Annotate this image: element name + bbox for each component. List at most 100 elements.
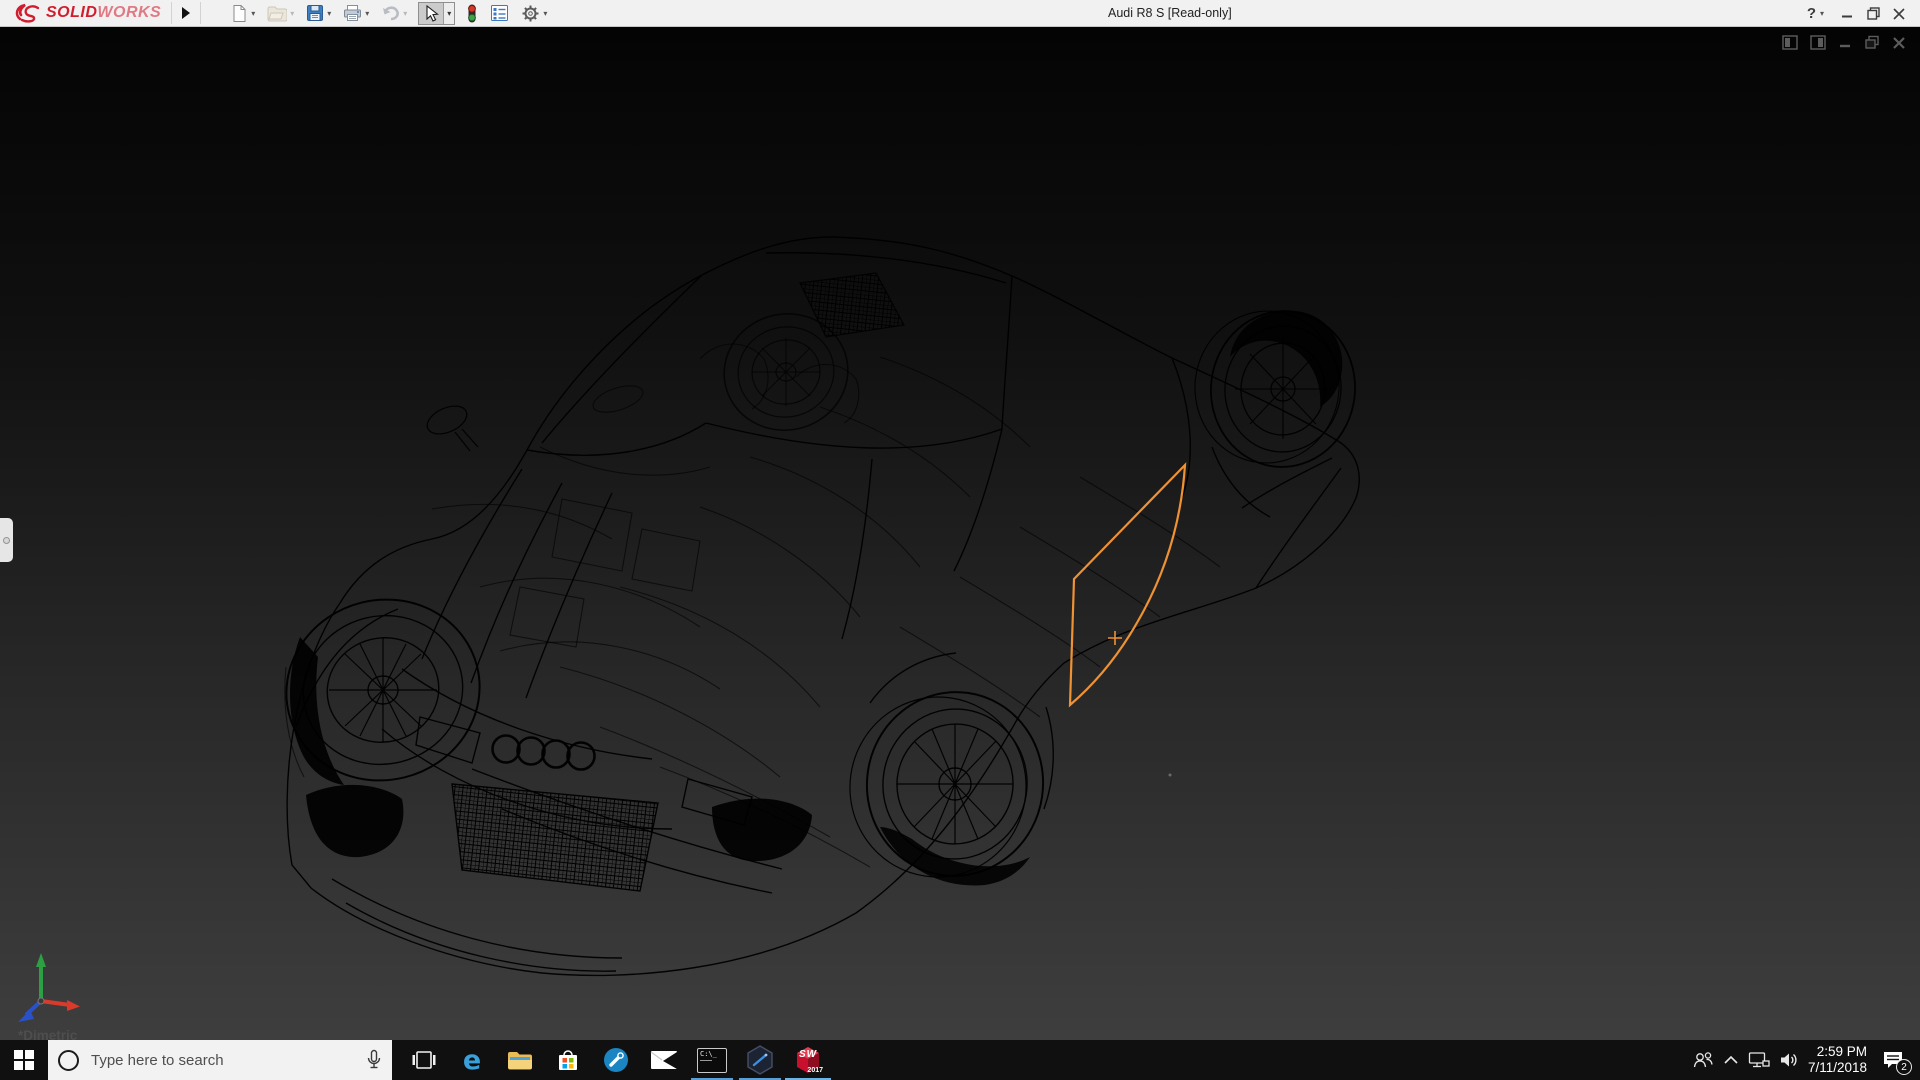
window-controls: ? ▾ bbox=[1797, 0, 1920, 27]
cortana-icon[interactable] bbox=[58, 1049, 79, 1071]
new-document-icon bbox=[233, 4, 246, 22]
document-window-controls bbox=[1782, 35, 1906, 50]
file-properties-button[interactable] bbox=[487, 2, 512, 24]
edge-icon: e bbox=[462, 1044, 482, 1076]
settings-wrench-button[interactable] bbox=[592, 1040, 640, 1080]
file-explorer-icon bbox=[508, 1052, 532, 1070]
triad-y-axis bbox=[36, 953, 46, 967]
new-document-button[interactable]: ▾ bbox=[227, 2, 258, 25]
restore-document-icon bbox=[1865, 35, 1879, 49]
sw-letters: SW bbox=[799, 1049, 818, 1060]
hexagon-app-button[interactable] bbox=[736, 1040, 784, 1080]
display-pane-icon bbox=[1810, 35, 1826, 50]
command-prompt-button[interactable]: C:\_ bbox=[688, 1040, 736, 1080]
save-button[interactable]: ▾ bbox=[303, 2, 334, 24]
action-center-button[interactable]: 2 bbox=[1876, 1040, 1912, 1080]
feature-pane-icon bbox=[1782, 35, 1798, 50]
undo-arrow-icon bbox=[383, 5, 400, 20]
minimize-button[interactable] bbox=[1834, 0, 1860, 27]
task-view-button[interactable] bbox=[400, 1040, 448, 1080]
close-button[interactable] bbox=[1886, 0, 1912, 27]
close-document-button[interactable] bbox=[1892, 36, 1906, 50]
print-icon bbox=[344, 5, 362, 21]
sketch-origin-cross bbox=[1108, 631, 1122, 645]
new-dropdown-caret[interactable]: ▾ bbox=[251, 9, 255, 18]
rebuild-button[interactable] bbox=[463, 2, 481, 25]
solidworks-taskbar-button[interactable]: SW 2017 bbox=[784, 1040, 832, 1080]
hidden-icons-button[interactable] bbox=[1723, 1055, 1739, 1065]
print-button[interactable]: ▾ bbox=[340, 2, 372, 24]
solidworks-logo: SOLID WORKS bbox=[0, 0, 171, 27]
undo-dropdown-caret[interactable]: ▾ bbox=[403, 9, 407, 18]
menu-expand-arrow-icon bbox=[182, 7, 191, 19]
help-dropdown-caret[interactable]: ▾ bbox=[1820, 9, 1824, 18]
restore-button[interactable] bbox=[1860, 0, 1886, 27]
store-button[interactable] bbox=[544, 1040, 592, 1080]
file-properties-icon bbox=[491, 5, 509, 21]
help-button[interactable]: ? bbox=[1797, 5, 1818, 22]
cmd-prompt-text: C:\_ bbox=[700, 1049, 717, 1058]
task-view-icon bbox=[412, 1051, 436, 1069]
car-wireframe-model bbox=[284, 236, 1360, 977]
open-folder-icon bbox=[267, 6, 288, 22]
taskbar-app-icons: e C:\_ SW 2017 bbox=[400, 1040, 832, 1080]
people-button[interactable] bbox=[1692, 1051, 1714, 1069]
microphone-icon[interactable] bbox=[366, 1049, 382, 1071]
flyout-expand-icon bbox=[3, 536, 10, 544]
mail-button[interactable] bbox=[640, 1040, 688, 1080]
stray-point bbox=[1168, 773, 1172, 777]
sw-year: 2017 bbox=[807, 1067, 823, 1074]
close-icon bbox=[1893, 7, 1905, 20]
menu-expand-button[interactable] bbox=[176, 2, 196, 25]
display-pane-toggle-button[interactable] bbox=[1810, 35, 1826, 50]
separator bbox=[200, 2, 202, 24]
chevron-up-icon bbox=[1724, 1055, 1738, 1064]
options-button[interactable]: ▾ bbox=[518, 2, 550, 25]
solidworks-logo-icon bbox=[15, 3, 40, 23]
feature-pane-toggle-button[interactable] bbox=[1782, 35, 1798, 50]
open-dropdown-caret[interactable]: ▾ bbox=[290, 9, 294, 18]
network-button[interactable] bbox=[1748, 1051, 1770, 1069]
wrench-circle-icon bbox=[604, 1048, 628, 1072]
save-dropdown-caret[interactable]: ▾ bbox=[327, 9, 331, 18]
left-intake bbox=[306, 784, 404, 858]
edge-button[interactable]: e bbox=[448, 1040, 496, 1080]
command-prompt-icon: C:\_ bbox=[697, 1047, 727, 1073]
mail-icon bbox=[650, 1051, 677, 1069]
clock-time: 2:59 PM bbox=[1816, 1044, 1867, 1059]
start-button[interactable] bbox=[0, 1040, 48, 1080]
minimize-document-button[interactable] bbox=[1838, 36, 1852, 50]
restore-document-button[interactable] bbox=[1864, 35, 1880, 50]
audi-rings bbox=[491, 734, 596, 771]
network-icon bbox=[1748, 1052, 1770, 1068]
rear-right-wheel bbox=[1194, 310, 1356, 468]
view-orientation-label: *Dimetric bbox=[18, 1028, 78, 1040]
engine-cover-mesh bbox=[799, 272, 905, 338]
featuremanager-flyout-tab[interactable] bbox=[0, 518, 13, 562]
selected-sketch-highlight[interactable] bbox=[1068, 462, 1187, 708]
graphics-viewport[interactable]: *Dimetric bbox=[0, 27, 1920, 1040]
file-explorer-button[interactable] bbox=[496, 1040, 544, 1080]
print-dropdown-caret[interactable]: ▾ bbox=[365, 9, 369, 18]
cmd-line bbox=[700, 1059, 712, 1061]
options-dropdown-caret[interactable]: ▾ bbox=[543, 9, 547, 18]
volume-button[interactable] bbox=[1779, 1051, 1799, 1069]
reference-triad bbox=[18, 953, 80, 1022]
solidworks-window: SOLID WORKS ▾ ▾ ▾ ▾ ▾ ▾ ▾ Audi R8 S [Rea… bbox=[0, 0, 1920, 1080]
document-title: Audi R8 S [Read-only] bbox=[1108, 6, 1232, 20]
car-body-outline bbox=[286, 236, 1360, 977]
select-dropdown-caret[interactable]: ▾ bbox=[443, 2, 455, 24]
restore-icon bbox=[1866, 7, 1880, 20]
taskbar-search[interactable] bbox=[48, 1040, 392, 1080]
taskbar-clock[interactable]: 2:59 PM 7/11/2018 bbox=[1808, 1044, 1867, 1076]
windows-logo-icon bbox=[14, 1050, 34, 1070]
select-cursor-icon bbox=[426, 4, 440, 22]
select-tool-button[interactable] bbox=[419, 2, 444, 24]
open-button[interactable]: ▾ bbox=[264, 2, 297, 24]
solidworks-app-icon: SW 2017 bbox=[793, 1045, 823, 1075]
undo-button[interactable]: ▾ bbox=[378, 3, 410, 24]
clock-date: 7/11/2018 bbox=[1807, 1060, 1867, 1075]
close-document-icon bbox=[1893, 36, 1905, 49]
search-input[interactable] bbox=[91, 1051, 366, 1069]
side-mirror bbox=[426, 405, 479, 452]
